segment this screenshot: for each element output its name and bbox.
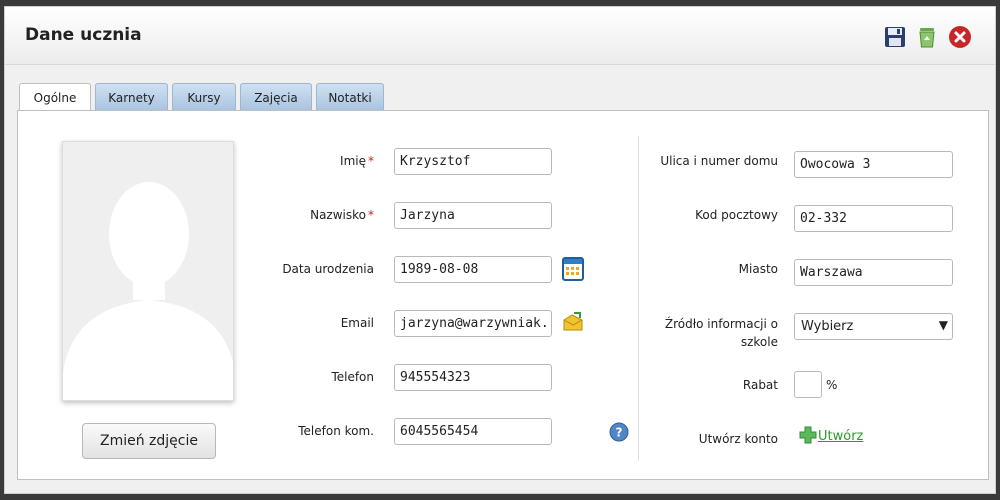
postal-code-input[interactable] xyxy=(794,205,953,232)
phone-label: Telefon xyxy=(331,370,374,384)
tab-passes[interactable]: Karnety xyxy=(95,83,168,111)
first-name-input[interactable] xyxy=(394,148,552,175)
tab-courses[interactable]: Kursy xyxy=(172,83,236,111)
postal-code-label: Kod pocztowy xyxy=(695,208,778,222)
close-icon[interactable] xyxy=(948,25,972,49)
first-name-label: Imię * xyxy=(340,154,374,168)
street-label: Ulica i numer domu xyxy=(660,154,778,168)
tab-classes[interactable]: Zajęcia xyxy=(240,83,312,111)
dialog-title: Dane ucznia xyxy=(25,25,142,45)
source-select[interactable]: Wybierz ▼ xyxy=(794,313,953,340)
trash-icon[interactable] xyxy=(915,25,939,49)
general-panel: Zmień zdjęcie Imię* Nazwisko* Data urodz… xyxy=(17,110,989,480)
city-input[interactable] xyxy=(794,259,953,286)
plus-icon[interactable] xyxy=(799,426,817,448)
discount-unit: % xyxy=(826,378,838,392)
mobile-label: Telefon kom. xyxy=(298,424,374,438)
student-dialog: Dane ucznia Ogólne Karnety Kursy Zajęcia… xyxy=(4,6,996,494)
change-photo-button[interactable]: Zmień zdjęcie xyxy=(82,423,216,459)
birth-date-input[interactable] xyxy=(394,256,552,283)
tab-notes[interactable]: Notatki xyxy=(316,83,384,111)
save-icon[interactable] xyxy=(883,25,907,49)
dialog-titlebar: Dane ucznia xyxy=(5,7,995,65)
student-photo xyxy=(62,141,234,401)
city-label: Miasto xyxy=(738,262,778,276)
phone-input[interactable] xyxy=(394,364,552,391)
column-divider xyxy=(638,136,639,461)
discount-label: Rabat xyxy=(742,378,778,392)
last-name-label: Nazwisko * xyxy=(310,208,374,222)
envelope-send-icon[interactable] xyxy=(562,311,584,337)
mobile-input[interactable] xyxy=(394,418,552,445)
create-account-link[interactable]: Utwórz xyxy=(818,429,863,444)
create-account-label: Utwórz konto xyxy=(698,432,778,446)
street-input[interactable] xyxy=(794,151,953,178)
help-icon[interactable]: ? xyxy=(609,422,629,446)
email-label: Email xyxy=(340,316,374,330)
discount-input[interactable] xyxy=(794,371,822,398)
calendar-icon[interactable] xyxy=(562,257,584,285)
dropdown-arrow-icon: ▼ xyxy=(938,318,948,332)
tab-general[interactable]: Ogólne xyxy=(19,83,91,113)
person-silhouette-icon xyxy=(63,182,233,400)
svg-text:?: ? xyxy=(616,426,623,440)
email-input[interactable] xyxy=(394,310,552,337)
last-name-input[interactable] xyxy=(394,202,552,229)
birth-date-label: Data urodzenia xyxy=(282,262,374,276)
source-label: Źródło informacji o szkole xyxy=(664,317,778,349)
